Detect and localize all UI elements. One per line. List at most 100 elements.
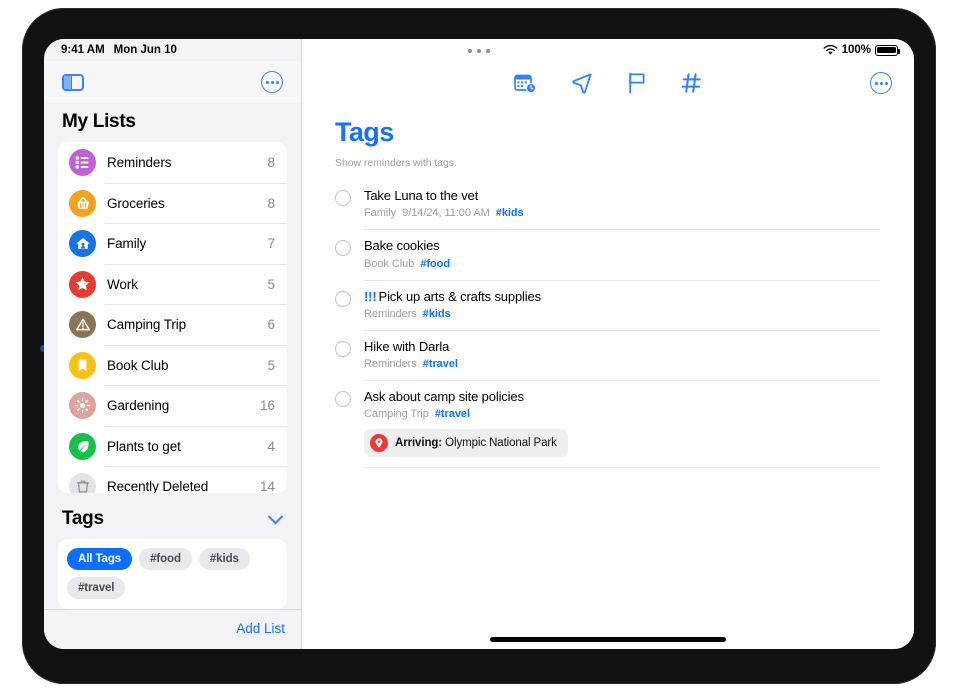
sidebar-item-work[interactable]: Work 5 — [58, 263, 287, 305]
basket-icon — [69, 189, 96, 217]
tag-pill-kids[interactable]: #kids — [198, 548, 250, 570]
reminder-row[interactable]: !!! Pick up arts & crafts supplies Remind… — [335, 279, 880, 330]
reminder-meta: Book Club #food — [364, 258, 880, 270]
sidebar-item-label: Family — [107, 236, 147, 252]
trash-icon — [69, 473, 96, 493]
home-indicator[interactable] — [490, 637, 726, 642]
sidebar-item-recently-deleted[interactable]: Recently Deleted 14 — [58, 466, 287, 493]
sidebar-more-circle-icon[interactable] — [261, 71, 283, 94]
ipad-device-frame: 9:41 AM Mon Jun 10 100% My Lists Reminde… — [22, 8, 936, 684]
sidebar-item-groceries[interactable]: Groceries 8 — [58, 182, 287, 224]
reminders-list: Take Luna to the vet Family 9/14/24, 11:… — [335, 169, 880, 469]
ipad-screen: 9:41 AM Mon Jun 10 100% My Lists Reminde… — [44, 39, 914, 649]
sidebar-item-family[interactable]: Family 7 — [58, 223, 287, 264]
tag-pill-all-tags[interactable]: All Tags — [67, 548, 133, 570]
reminder-meta: Family 9/14/24, 11:00 AM #kids — [364, 207, 880, 219]
sidebar-item-label: Gardening — [107, 398, 170, 414]
reminder-tag[interactable]: #kids — [496, 207, 524, 219]
reminder-tag[interactable]: #travel — [435, 408, 470, 420]
reminder-list-name: Family — [364, 207, 397, 220]
sidebar-toolbar — [44, 61, 301, 104]
reminder-title-text: Pick up arts & crafts supplies — [378, 288, 542, 304]
reminder-row[interactable]: Hike with Darla Reminders #travel — [335, 329, 880, 380]
tags-heading: Tags — [62, 508, 104, 529]
sidebar-item-camping-trip[interactable]: Camping Trip 6 — [58, 304, 287, 345]
house-icon — [69, 230, 96, 258]
reminder-checkbox[interactable] — [335, 190, 351, 206]
sidebar-footer: Add List — [44, 609, 301, 649]
scheduled-calendar-icon[interactable] — [514, 73, 537, 94]
content-toolbar — [302, 61, 914, 105]
sidebar-item-book-club[interactable]: Book Club 5 — [58, 344, 287, 386]
sidebar-item-label: Book Club — [107, 357, 169, 373]
list-bullet-icon — [69, 149, 96, 177]
sidebar-item-label: Reminders — [107, 155, 172, 171]
sidebar-item-count: 14 — [259, 479, 275, 493]
location-pin-icon — [370, 434, 388, 453]
sidebar-item-label: Work — [107, 276, 138, 292]
sidebar-item-gardening[interactable]: Gardening 16 — [58, 385, 287, 426]
bookmark-icon — [69, 351, 96, 379]
reminder-tag[interactable]: #food — [420, 258, 450, 270]
sidebar-item-count: 5 — [267, 276, 275, 292]
content-more-circle-icon[interactable] — [870, 72, 892, 94]
sidebar-toggle-icon[interactable] — [62, 73, 84, 91]
chevron-down-icon[interactable] — [267, 508, 284, 524]
reminder-meta: Reminders #travel — [364, 358, 880, 370]
location-alert-badge[interactable]: Arriving: Olympic National Park — [364, 429, 568, 458]
reminder-title: !!! Pick up arts & crafts supplies — [364, 289, 880, 305]
sidebar-item-count: 6 — [267, 317, 275, 333]
page-subtitle: Show reminders with tags. — [335, 157, 457, 169]
reminder-row[interactable]: Take Luna to the vet Family 9/14/24, 11:… — [335, 179, 880, 229]
content-header: Tags Show reminders with tags. — [302, 105, 914, 169]
reminder-list-name: Camping Trip — [364, 408, 429, 421]
sidebar-item-plants-to-get[interactable]: Plants to get 4 — [58, 425, 287, 467]
reminder-meta: Reminders #kids — [364, 308, 880, 320]
reminder-tag[interactable]: #travel — [423, 358, 458, 370]
tags-section-header[interactable]: Tags — [44, 493, 301, 539]
sidebar-item-label: Camping Trip — [107, 317, 187, 333]
sidebar-item-reminders[interactable]: Reminders 8 — [58, 142, 287, 183]
location-alert-prefix: Arriving: — [395, 437, 443, 450]
reminder-row[interactable]: Bake cookies Book Club #food — [335, 229, 880, 279]
sidebar-item-count: 8 — [267, 195, 275, 211]
my-lists-heading: My Lists — [62, 111, 136, 133]
location-alert-place: Olympic National Park — [445, 437, 557, 450]
main-content: Tags Show reminders with tags. Take Luna… — [302, 39, 914, 649]
reminder-checkbox[interactable] — [335, 240, 351, 257]
tent-icon — [69, 311, 96, 339]
reminder-checkbox[interactable] — [335, 391, 351, 407]
sidebar-item-label: Groceries — [107, 195, 165, 211]
star-icon — [69, 270, 96, 298]
sidebar-item-label: Plants to get — [107, 438, 181, 454]
reminder-checkbox[interactable] — [335, 290, 351, 307]
reminder-list-name: Reminders — [364, 358, 417, 370]
reminder-title: Ask about camp site policies — [364, 389, 524, 404]
location-alert-text: Arriving: Olympic National Park — [395, 437, 557, 449]
tag-pill-travel[interactable]: #travel — [67, 577, 126, 599]
leaf-icon — [69, 432, 96, 460]
reminder-tag[interactable]: #kids — [423, 308, 451, 320]
sidebar-item-count: 16 — [259, 398, 275, 414]
flag-icon[interactable] — [627, 72, 647, 94]
sidebar-item-count: 7 — [267, 236, 275, 252]
tags-card: All Tags #food #kids #travel — [58, 539, 287, 609]
hashtag-icon[interactable] — [681, 72, 702, 94]
page-title: Tags — [335, 117, 394, 147]
reminder-list-name: Book Club — [364, 257, 415, 270]
reminder-title: Hike with Darla — [364, 338, 450, 354]
add-list-button[interactable]: Add List — [236, 621, 285, 636]
sidebar-item-count: 4 — [267, 438, 275, 454]
location-arrow-icon[interactable] — [571, 72, 593, 94]
sidebar-item-count: 5 — [267, 357, 275, 373]
priority-marker: !!! — [364, 288, 377, 304]
reminder-list-name: Reminders — [364, 307, 417, 320]
reminder-meta: Camping Trip #travel — [364, 408, 880, 420]
tag-pill-food[interactable]: #food — [139, 548, 192, 570]
reminder-checkbox[interactable] — [335, 340, 351, 357]
sidebar-item-label: Recently Deleted — [107, 479, 209, 493]
reminder-row[interactable]: Ask about camp site policies Camping Tri… — [335, 380, 880, 467]
sidebar: My Lists Reminders 8 Groceries 8 Family … — [44, 39, 302, 649]
reminder-datetime: 9/14/24, 11:00 AM — [402, 207, 490, 220]
lists-card: Reminders 8 Groceries 8 Family 7 Work 5 … — [58, 142, 287, 493]
